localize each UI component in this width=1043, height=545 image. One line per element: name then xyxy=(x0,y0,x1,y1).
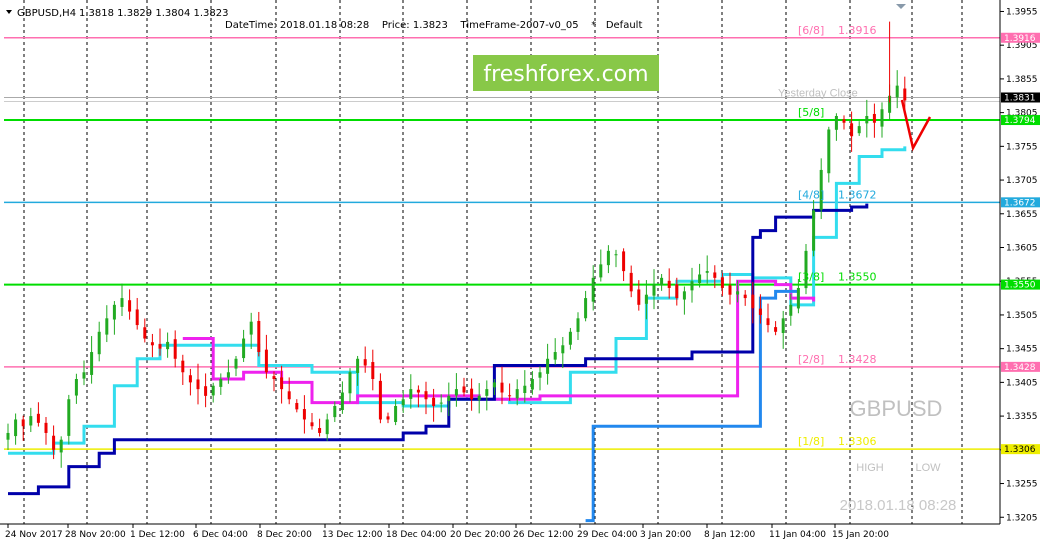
time-tick-label: 29 Dec 04:00 xyxy=(577,530,638,540)
price-tag-label: 1.3550 xyxy=(1004,281,1036,291)
murrey-level-label: [5/8] xyxy=(798,106,824,119)
logo-text: freshforex.com xyxy=(483,62,648,87)
freshforex-logo: freshforex.com xyxy=(473,55,659,91)
murrey-level-label: [2/8] xyxy=(798,353,824,366)
time-tick-label: 20 Dec 20:00 xyxy=(450,530,511,540)
price-chart[interactable]: freshforex.com [6/8] 1.3916 [5/8] [4/8] 1.36… xyxy=(0,0,1043,545)
watermark-symbol: GBPUSD xyxy=(850,396,943,421)
time-tick-label: 13 Dec 12:00 xyxy=(322,530,383,540)
murrey-level-label: [4/8] xyxy=(798,188,824,201)
murrey-level-value: 1.3672 xyxy=(838,188,877,201)
price-tick-label: 1.3855 xyxy=(1006,75,1038,85)
murrey-level-value: 1.3916 xyxy=(838,24,877,37)
time-tick-label: 6 Dec 04:00 xyxy=(193,530,248,540)
price-tick-label: 1.3655 xyxy=(1006,210,1038,220)
current-price-label: 1.3831 xyxy=(1004,93,1036,103)
time-tick-label: 1 Dec 12:00 xyxy=(130,530,185,540)
murrey-level-value: 1.3428 xyxy=(838,353,877,366)
ohlc-values: 1.3818 1.3829 1.3804 1.3823 xyxy=(79,8,229,19)
price-tick-label: 1.3455 xyxy=(1006,345,1038,355)
price-tick-label: 1.3605 xyxy=(1006,244,1038,254)
murrey-level-value: 1.3306 xyxy=(838,435,877,448)
murrey-level-value: 1.3550 xyxy=(838,271,877,284)
price-tag-label: 1.3794 xyxy=(1004,116,1036,126)
time-tick-label: 3 Jan 20:00 xyxy=(640,530,692,540)
yesterday-close-label: Yesterday Close xyxy=(778,87,858,99)
price-tag-label: 1.3428 xyxy=(1004,363,1036,373)
candle[interactable] xyxy=(804,244,808,295)
price-tick-label: 1.3255 xyxy=(1006,480,1038,490)
watermark-datetime: 2018.01.18 08:28 xyxy=(840,497,957,514)
price-tick-label: 1.3405 xyxy=(1006,378,1038,388)
watermark-low: LOW xyxy=(915,462,941,474)
time-tick-label: 15 Jan 20:00 xyxy=(832,530,889,540)
chart-window[interactable]: freshforex.com [6/8] 1.3916 [5/8] [4/8] 1.36… xyxy=(0,0,1043,545)
time-tick-label: 24 Nov 2017 xyxy=(5,530,63,540)
watermark-high: HIGH xyxy=(856,462,884,474)
time-tick-label: 28 Nov 20:00 xyxy=(65,530,126,540)
price-tick-label: 1.3355 xyxy=(1006,412,1038,422)
price-tag-label: 1.3672 xyxy=(1004,198,1036,208)
murrey-level-label: [3/8] xyxy=(798,271,824,284)
murrey-level-label: [6/8] xyxy=(798,24,824,37)
murrey-level-label: [1/8] xyxy=(798,435,824,448)
price-tick-label: 1.3205 xyxy=(1006,513,1038,523)
price-tick-label: 1.3705 xyxy=(1006,176,1038,186)
symbol-timeframe: GBPUSD,H4 xyxy=(17,8,76,19)
price-tick-label: 1.3755 xyxy=(1006,142,1038,152)
indicator-info: DateTime: 2018.01.18 08:28 Price: 1.3823… xyxy=(225,20,642,31)
time-tick-label: 8 Dec 20:00 xyxy=(257,530,312,540)
time-tick-label: 8 Jan 12:00 xyxy=(704,530,756,540)
time-tick-label: 11 Jan 04:00 xyxy=(769,530,826,540)
price-tick-label: 1.3505 xyxy=(1006,311,1038,321)
price-tick-label: 1.3955 xyxy=(1006,7,1038,17)
time-tick-label: 18 Dec 04:00 xyxy=(386,530,447,540)
price-tag-label: 1.3916 xyxy=(1004,34,1036,44)
price-tag-label: 1.3306 xyxy=(1004,445,1036,455)
time-tick-label: 26 Dec 12:00 xyxy=(513,530,574,540)
